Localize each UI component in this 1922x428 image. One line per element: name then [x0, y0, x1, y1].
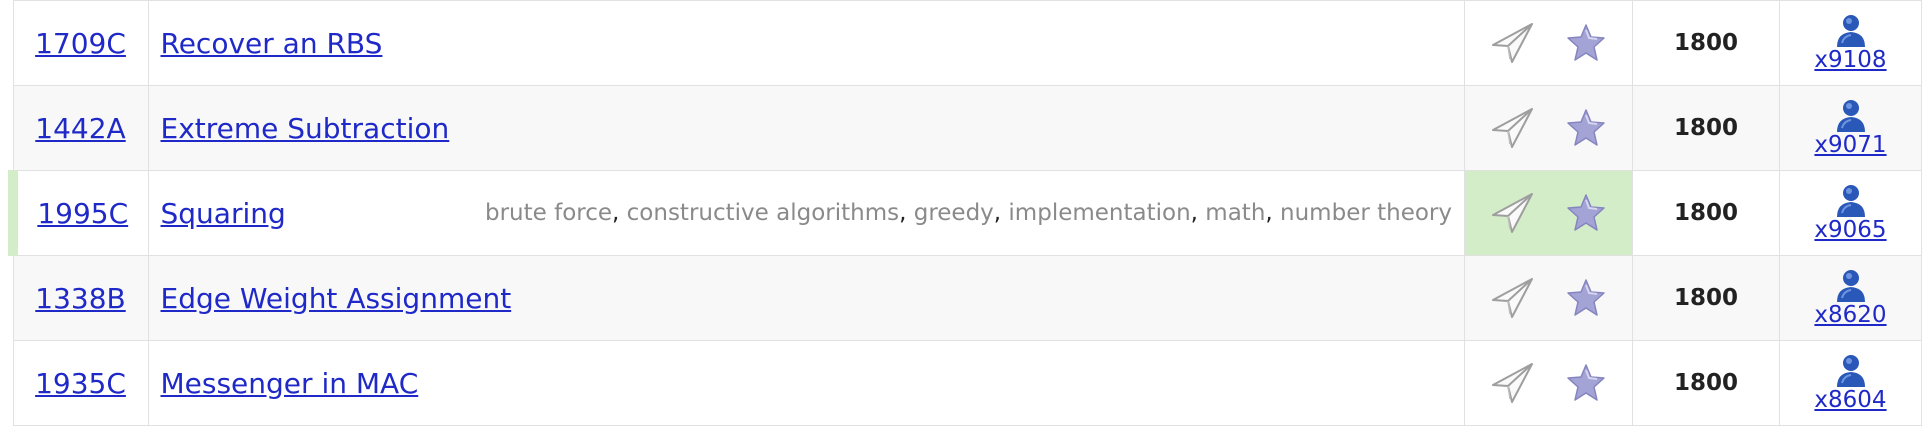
solved-count-cell: x9108: [1779, 0, 1922, 86]
problem-name-link[interactable]: Squaring: [161, 197, 286, 230]
problem-name-cell: Edge Weight Assignment: [147, 255, 1465, 341]
tag-label[interactable]: number theory: [1280, 200, 1452, 226]
tag-label[interactable]: math: [1205, 200, 1265, 226]
star-icon[interactable]: [1562, 274, 1610, 322]
difficulty-rating: 1800: [1632, 0, 1780, 86]
problem-name-link[interactable]: Recover an RBS: [161, 27, 383, 60]
user-icon: [1834, 353, 1868, 389]
paper-plane-icon[interactable]: [1488, 19, 1536, 67]
problem-name-link[interactable]: Messenger in MAC: [161, 367, 419, 400]
tag-separator: ,: [612, 200, 627, 226]
problem-id-cell: 1935C: [12, 340, 149, 426]
star-icon[interactable]: [1562, 189, 1610, 237]
tag-separator: ,: [1265, 200, 1281, 226]
problem-id-link[interactable]: 1995C: [37, 197, 128, 230]
star-icon[interactable]: [1562, 104, 1610, 152]
problem-name-cell: Squaring brute force, constructive algor…: [147, 170, 1465, 256]
actions-cell: [1464, 85, 1633, 171]
user-icon: [1834, 183, 1868, 219]
star-icon[interactable]: [1562, 19, 1610, 67]
problem-name-link[interactable]: Extreme Subtraction: [161, 112, 450, 145]
tag-separator: ,: [993, 200, 1009, 226]
paper-plane-icon[interactable]: [1488, 189, 1536, 237]
tag-label[interactable]: constructive algorithms: [627, 200, 899, 226]
problem-id-cell: 1995C: [8, 170, 149, 256]
tag-separator: ,: [899, 200, 914, 226]
problem-table: 1709C Recover an RBS 1800 x9108 1442A Ex…: [8, 0, 1922, 426]
solved-count-cell: x9071: [1779, 85, 1922, 171]
difficulty-rating: 1800: [1632, 170, 1780, 256]
paper-plane-icon[interactable]: [1488, 104, 1536, 152]
problem-id-link[interactable]: 1709C: [35, 27, 126, 60]
problem-id-link[interactable]: 1338B: [35, 282, 125, 315]
solved-count-link[interactable]: x8604: [1814, 387, 1886, 413]
table-row: 1442A Extreme Subtraction 1800 x9071: [12, 85, 1922, 171]
paper-plane-icon[interactable]: [1488, 274, 1536, 322]
table-row: 1338B Edge Weight Assignment 1800 x8620: [12, 255, 1922, 341]
solved-count-cell: x8620: [1779, 255, 1922, 341]
tag-label[interactable]: brute force: [485, 200, 612, 226]
table-row: 1995C Squaring brute force, constructive…: [8, 170, 1922, 256]
actions-cell: [1464, 255, 1633, 341]
solved-count-cell: x9065: [1779, 170, 1922, 256]
problem-name-cell: Extreme Subtraction: [147, 85, 1465, 171]
tag-separator: ,: [1190, 200, 1206, 226]
solved-count-link[interactable]: x9065: [1814, 217, 1886, 243]
solved-count-cell: x8604: [1779, 340, 1922, 426]
problem-name-cell: Recover an RBS: [147, 0, 1465, 86]
solved-count-link[interactable]: x8620: [1814, 302, 1886, 328]
solved-count-link[interactable]: x9108: [1814, 47, 1886, 73]
tag-label[interactable]: implementation: [1008, 200, 1190, 226]
actions-cell: [1464, 170, 1633, 256]
user-icon: [1834, 98, 1868, 134]
problem-id-cell: 1709C: [12, 0, 149, 86]
problem-id-link[interactable]: 1935C: [35, 367, 126, 400]
user-icon: [1834, 268, 1868, 304]
difficulty-rating: 1800: [1632, 255, 1780, 341]
problem-name-cell: Messenger in MAC: [147, 340, 1465, 426]
solved-count-link[interactable]: x9071: [1814, 132, 1886, 158]
problem-name-link[interactable]: Edge Weight Assignment: [161, 282, 512, 315]
actions-cell: [1464, 340, 1633, 426]
difficulty-rating: 1800: [1632, 340, 1780, 426]
problem-id-link[interactable]: 1442A: [35, 112, 125, 145]
table-row: 1935C Messenger in MAC 1800 x8604: [12, 340, 1922, 426]
actions-cell: [1464, 0, 1633, 86]
user-icon: [1834, 13, 1868, 49]
problem-id-cell: 1338B: [12, 255, 149, 341]
difficulty-rating: 1800: [1632, 85, 1780, 171]
tag-label[interactable]: greedy: [914, 200, 994, 226]
table-row: 1709C Recover an RBS 1800 x9108: [12, 0, 1922, 86]
problem-tags: brute force, constructive algorithms, gr…: [485, 200, 1452, 226]
paper-plane-icon[interactable]: [1488, 359, 1536, 407]
star-icon[interactable]: [1562, 359, 1610, 407]
problem-id-cell: 1442A: [12, 85, 149, 171]
